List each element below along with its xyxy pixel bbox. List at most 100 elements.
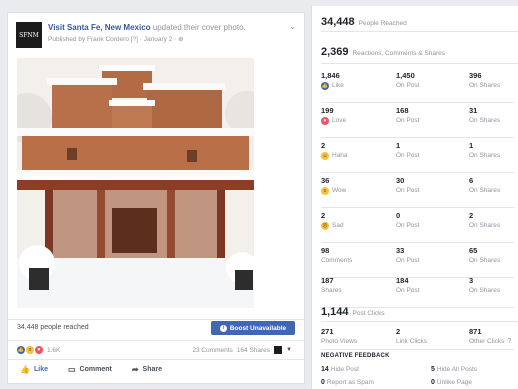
hide-all-posts-label: Hide All Posts (436, 366, 478, 373)
boost-label: Boost Unavailable (229, 324, 287, 332)
link-clicks-value: 2 (396, 327, 401, 336)
like-button[interactable]: 👍 Like (20, 365, 48, 374)
post-byline: Published by Frank Cordero [?] · January… (48, 36, 179, 43)
negative-feedback-row-2: 0 Report as Spam 0 Unlike Page (321, 379, 514, 389)
shares-on-shares: 3 (469, 276, 474, 285)
share-button[interactable]: ➦ Share (132, 365, 162, 374)
globe-icon: ⊕ (178, 36, 184, 43)
photo-views-value: 271 (321, 327, 334, 336)
haha-row-label: Haha (332, 152, 348, 159)
engagement-row: 2,369 Reactions, Comments & Shares (321, 42, 518, 64)
hide-post-value: 14 (321, 366, 329, 373)
boost-button[interactable]: i Boost Unavailable (211, 321, 295, 335)
on-shares-label: On Shares (469, 257, 501, 264)
like-icon: 👍 (321, 81, 329, 90)
love-icon: ♥ (321, 116, 329, 125)
share-label: Share (142, 366, 162, 373)
shares-count-link[interactable]: 164 Shares (237, 347, 270, 354)
sad-row-label: Sad (332, 222, 344, 229)
engagement-summary: 👍 o ♥ 1.6K 23 Comments 164 Shares ▼ (8, 340, 304, 358)
on-post-label: On Post (396, 187, 420, 194)
like-on-shares: 396 (469, 71, 482, 80)
unlike-page-stat: 0 Unlike Page (431, 379, 472, 386)
reaction-count: 1.6K (47, 346, 61, 354)
on-post-label: On Post (396, 82, 420, 89)
wow-total: 36 (321, 176, 330, 185)
haha-icon: ☺ (321, 151, 329, 160)
comments-total: 98 (321, 246, 330, 255)
love-row-label: Love (332, 117, 347, 124)
on-post-label: On Post (396, 152, 420, 159)
report-spam-value: 0 (321, 379, 325, 386)
hide-all-posts-stat: 5 Hide All Posts (431, 366, 477, 373)
reaction-summary[interactable]: 👍 o ♥ 1.6K (17, 346, 60, 354)
haha-on-shares: 1 (469, 141, 474, 150)
shares-on-post: 184 (396, 276, 409, 285)
on-shares-label: On Shares (469, 187, 501, 194)
comments-row-label: Comments (321, 257, 353, 264)
comments-count-link[interactable]: 23 Comments (192, 347, 232, 354)
comments-on-shares: 65 (469, 246, 478, 255)
post-photo[interactable] (17, 58, 254, 308)
insights-row-haha: 2 ☺ Haha 1 On Post 1 On Shares (321, 138, 514, 173)
shares-total: 187 (321, 276, 334, 285)
people-reached-label: People Reached (358, 20, 407, 27)
like-on-post: 1,450 (396, 71, 415, 80)
hide-all-posts-value: 5 (431, 366, 435, 373)
help-icon[interactable]: ? (507, 337, 511, 346)
love-reaction-icon: ♥ (35, 346, 43, 354)
other-clicks-value: 871 (469, 327, 482, 336)
sad-icon: ☹ (321, 221, 329, 230)
post-insights-panel: 34,448 People Reached 2,369 Reactions, C… (311, 6, 518, 389)
sad-on-post: 0 (396, 211, 401, 220)
wow-row-label: Wow (332, 187, 347, 194)
comments-shares-summary: 23 Comments 164 Shares ▼ (192, 346, 292, 354)
on-shares-label: On Shares (469, 82, 501, 89)
on-shares-label: On Shares (469, 117, 501, 124)
hide-post-label: Hide Post (330, 366, 359, 373)
like-row-label: Like (332, 82, 344, 89)
post-action-text: updated their cover photo. (150, 23, 246, 32)
comments-on-post: 33 (396, 246, 405, 255)
haha-total: 2 (321, 141, 326, 150)
insights-row-love: 199 ♥ Love 168 On Post 31 On Shares (321, 103, 514, 138)
insights-row-sad: 2 ☹ Sad 0 On Post 2 On Shares (321, 208, 514, 243)
love-on-post: 168 (396, 106, 409, 115)
comment-button[interactable]: ▭ Comment (68, 365, 112, 374)
on-post-label: On Post (396, 222, 420, 229)
love-total: 199 (321, 106, 334, 115)
report-spam-label: Report as Spam (326, 379, 374, 386)
comment-label: Comment (79, 366, 112, 373)
on-post-label: On Post (396, 257, 420, 264)
like-reaction-icon: 👍 (17, 346, 25, 354)
clicks-breakdown: 271 Photo Views 2 Link Clicks 871 Other Cli… (321, 324, 514, 350)
page-avatar[interactable]: SFNM (16, 22, 42, 48)
sad-total: 2 (321, 211, 326, 220)
chevron-down-icon[interactable]: ⌄ (289, 22, 296, 31)
people-reached-text: 34,448 people reached (17, 324, 89, 331)
hide-post-stat: 14 Hide Post (321, 366, 359, 373)
people-reached-value: 34,448 (321, 16, 355, 28)
share-icon: ➦ (131, 365, 139, 374)
photo-views-label: Photo Views (321, 338, 358, 345)
on-shares-label: On Shares (469, 287, 501, 294)
page-name-link[interactable]: Visit Santa Fe, New Mexico (48, 23, 151, 32)
thumbs-up-icon: 👍 (20, 365, 30, 374)
unlike-page-value: 0 (431, 379, 435, 386)
like-total: 1,846 (321, 71, 340, 80)
negative-feedback-row-1: 14 Hide Post 5 Hide All Posts (321, 366, 514, 378)
post-header: SFNM Visit Santa Fe, New Mexico updated … (16, 22, 296, 50)
haha-on-post: 1 (396, 141, 401, 150)
comment-icon: ▭ (67, 365, 76, 374)
post-clicks-value: 1,144 (321, 306, 349, 318)
post-clicks-row: 1,144 Post Clicks (321, 302, 518, 322)
on-post-label: On Post (396, 287, 420, 294)
wow-on-shares: 6 (469, 176, 474, 185)
on-shares-label: On Shares (469, 152, 501, 159)
link-clicks-label: Link Clicks (396, 338, 428, 345)
post-header-text: Visit Santa Fe, New Mexico updated their… (48, 22, 282, 45)
shares-row-label: Shares (321, 287, 342, 294)
insights-row-wow: 36 o Wow 30 On Post 6 On Shares (321, 173, 514, 208)
caret-down-icon[interactable]: ▼ (286, 347, 292, 353)
share-as-avatar[interactable] (274, 346, 283, 354)
